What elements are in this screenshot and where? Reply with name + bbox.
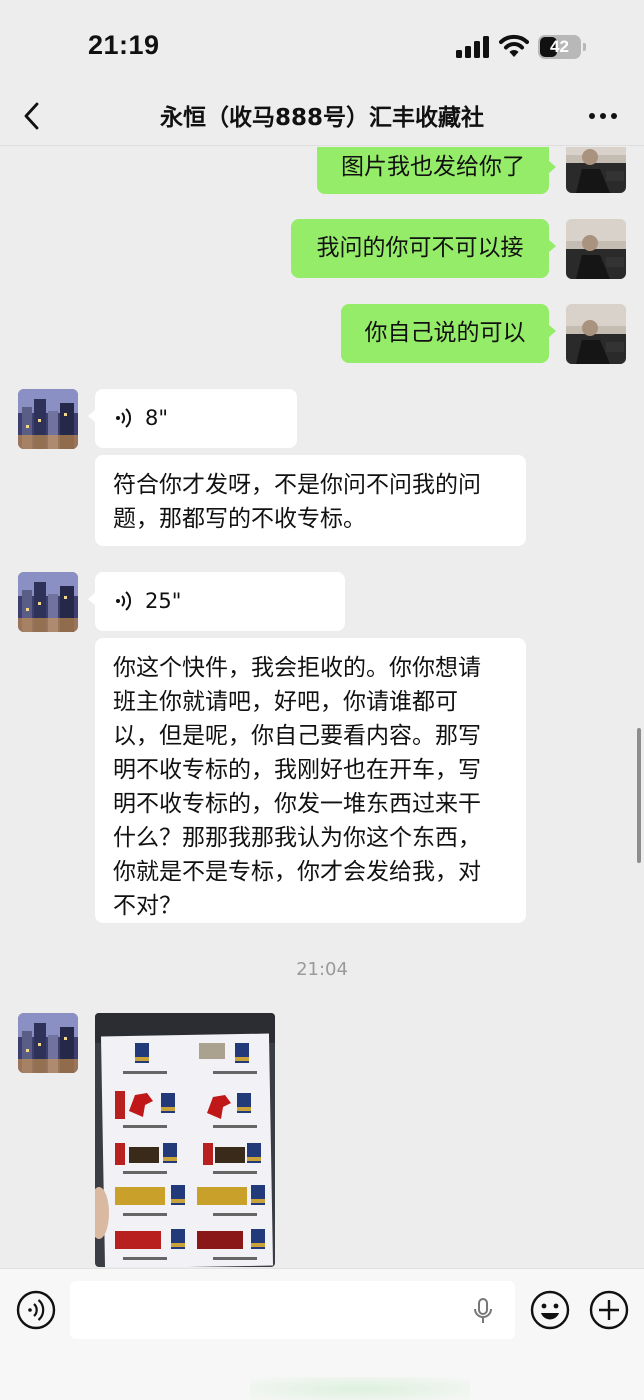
avatar-contact[interactable] (18, 389, 78, 449)
scrollbar[interactable] (637, 728, 641, 863)
chat-title: 永恒（收马888号）汇丰收藏社 (159, 105, 484, 131)
chat-header: 永恒（收马888号）汇丰收藏社 (0, 86, 644, 146)
message-line: 符合你才发呀，不是你问不问我的问 (113, 472, 481, 498)
message-line: 你这个快件，我会拒收的。你你想请 (113, 655, 481, 681)
plus-icon[interactable] (589, 1290, 629, 1330)
message-line: 不对？ (113, 893, 182, 919)
message-text: 我问的你可不可以接 (316, 235, 524, 261)
message-text: 你自己说的可以 (364, 320, 526, 346)
avatar-contact[interactable] (18, 1013, 78, 1073)
message-input[interactable] (70, 1281, 515, 1339)
microphone-icon[interactable] (472, 1298, 494, 1324)
avatar-self[interactable] (566, 304, 626, 364)
more-dots-icon[interactable] (588, 106, 618, 126)
chevron-left-icon[interactable] (20, 100, 44, 132)
message-bubble-received[interactable]: 你这个快件，我会拒收的。你你想请 班主你就请吧，好吧，你请谁都可 以，但是呢，你… (95, 638, 526, 923)
voice-wave-icon (116, 408, 132, 428)
message-line: 明不收专标的，我刚好也在开车，写 (113, 757, 481, 783)
status-bar: 21:19 42 (0, 0, 644, 86)
message-bubble-sent[interactable]: 你自己说的可以 (341, 304, 556, 363)
input-bar (0, 1268, 644, 1400)
message-bubble-sent[interactable]: 我问的你可不可以接 (291, 219, 556, 278)
avatar-self[interactable] (566, 219, 626, 279)
message-bubble-received[interactable]: 符合你才发呀，不是你问不问我的问 题，那都写的不收专标。 (95, 455, 526, 546)
message-line: 班主你就请吧，好吧，你请谁都可 (113, 689, 458, 715)
emoji-icon[interactable] (530, 1290, 570, 1330)
voice-duration: 25" (145, 589, 182, 613)
voice-message[interactable]: 8" (88, 389, 297, 448)
message-line: 什么？那那我那我认为你这个东西， (113, 825, 481, 851)
voice-message[interactable]: 25" (88, 572, 345, 631)
message-line: 你就是不是专标，你才会发给我，对 (113, 859, 481, 885)
status-time: 21:19 (88, 30, 160, 60)
voice-wave-icon (116, 591, 132, 611)
avatar-self[interactable] (566, 147, 626, 193)
voice-duration: 8" (145, 406, 169, 430)
message-line: 明不收专标的，你发一堆东西过来干 (113, 791, 481, 817)
message-text: 图片我也发给你了 (341, 154, 525, 180)
message-line: 以，但是呢，你自己要看内容。那写 (113, 723, 481, 749)
cellular-signal-icon (456, 36, 489, 58)
battery-icon: 42 (538, 35, 586, 59)
message-list[interactable]: 图片我也发给你了 我问的你可不可以接 你自己说的可以 8" 符合你才发呀，不是你… (0, 147, 644, 1267)
voice-mode-icon[interactable] (16, 1290, 56, 1330)
message-bubble-sent[interactable]: 图片我也发给你了 (317, 147, 556, 194)
message-line: 题，那都写的不收专标。 (113, 506, 366, 532)
message-timestamp: 21:04 (296, 959, 348, 980)
wifi-icon (499, 34, 529, 57)
avatar-contact[interactable] (18, 572, 78, 632)
home-indicator-glow (250, 1377, 470, 1400)
battery-level: 42 (550, 37, 569, 56)
image-message[interactable] (95, 1013, 275, 1267)
